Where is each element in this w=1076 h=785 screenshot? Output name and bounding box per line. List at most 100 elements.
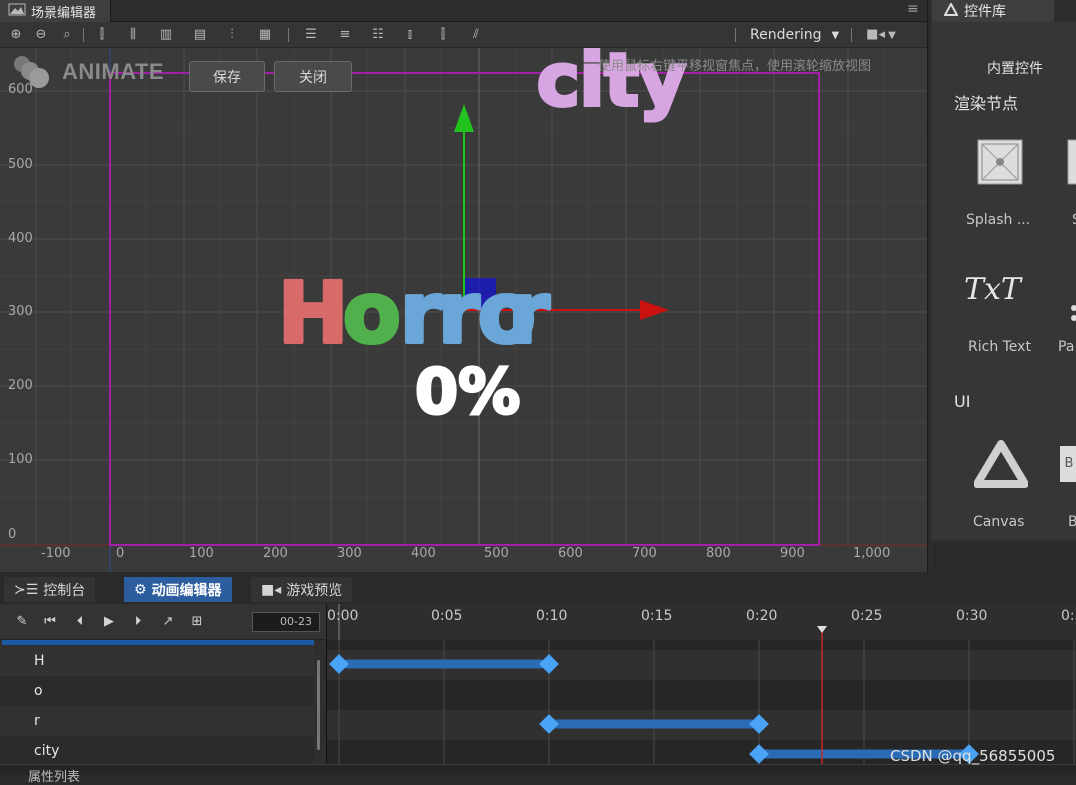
section-ui: UI bbox=[954, 392, 971, 411]
richtext-icon[interactable]: TxT bbox=[964, 270, 1036, 310]
align-top-icon[interactable]: ▤ bbox=[192, 27, 208, 43]
sprite-icon[interactable] bbox=[976, 138, 1024, 186]
keyframe-diamond[interactable] bbox=[749, 744, 769, 764]
camera-icon: ■◂ bbox=[261, 581, 282, 598]
scene-editor-panel: 场景编辑器 ≡ ⊕ ⊖ ⌕ ⫿ ⫼ ▥ ▤ ⫶ ▦ ☰ ≡ ☷ ⫾ ⫿ ⫽ Re… bbox=[0, 0, 928, 572]
camera-dropdown[interactable]: ■◂ ▼ bbox=[866, 27, 896, 43]
align-hcenter-icon[interactable]: ⫼ bbox=[125, 27, 141, 43]
timeline-canvas[interactable] bbox=[327, 604, 1076, 764]
x-tick-label: -100 bbox=[41, 546, 71, 561]
tab-console[interactable]: ≻☰ 控制台 bbox=[4, 577, 96, 602]
canvas-icon[interactable] bbox=[973, 440, 1029, 488]
distribute-top-icon[interactable]: ☰ bbox=[303, 27, 319, 43]
library-item-label: Pa bbox=[1058, 339, 1075, 355]
sprite-icon[interactable] bbox=[1066, 138, 1076, 186]
x-tick-label: 800 bbox=[706, 546, 731, 561]
zoom-in-icon[interactable]: ⊕ bbox=[8, 27, 24, 43]
scene-tab-bar: 场景编辑器 ≡ bbox=[0, 0, 927, 22]
align-left-icon[interactable]: ⫿ bbox=[94, 27, 110, 43]
library-item-label: Splash ... bbox=[966, 212, 1031, 228]
console-icon: ≻☰ bbox=[14, 581, 39, 598]
next-frame-icon[interactable]: ⏵ bbox=[130, 614, 146, 630]
x-tick-label: 0 bbox=[116, 546, 125, 561]
save-button[interactable]: 保存 bbox=[189, 61, 265, 92]
animation-toolbar: ✎ ⏮ ⏴ ▶ ⏵ ↗ ⊞ 00-23 bbox=[0, 604, 326, 640]
tab-animation-editor[interactable]: ⚙ 动画编辑器 bbox=[124, 577, 232, 602]
distribute-hcenter-icon[interactable]: ⫿ bbox=[435, 27, 451, 43]
edit-icon[interactable]: ✎ bbox=[14, 614, 30, 630]
toolbar-divider bbox=[851, 28, 852, 42]
render-mode-label: Rendering bbox=[750, 27, 822, 43]
y-tick-label: 100 bbox=[8, 452, 33, 467]
align-right-icon[interactable]: ▥ bbox=[158, 27, 174, 43]
letter-r2: r bbox=[438, 264, 480, 362]
timeline-label: 0:20 bbox=[746, 608, 778, 624]
x-tick-label: 500 bbox=[484, 546, 509, 561]
jump-start-icon[interactable]: ⏮ bbox=[42, 614, 58, 630]
animation-icon: ⚙ bbox=[134, 581, 147, 598]
y-tick-label: 300 bbox=[8, 304, 33, 319]
property-panel-label: 属性列表 bbox=[28, 770, 81, 785]
button-icon[interactable]: B bbox=[1060, 446, 1076, 482]
play-icon[interactable]: ▶ bbox=[101, 614, 117, 630]
align-bottom-icon[interactable]: ▦ bbox=[257, 27, 273, 43]
letter-o: o bbox=[343, 264, 401, 362]
render-mode-dropdown[interactable]: Rendering ▼ bbox=[750, 26, 839, 44]
distribute-bottom-icon[interactable]: ☷ bbox=[370, 27, 386, 43]
toolbar-divider bbox=[288, 28, 289, 42]
particle-icon[interactable] bbox=[1066, 304, 1076, 322]
panel-menu-icon[interactable]: ≡ bbox=[907, 2, 921, 16]
timeline-label: 0:05 bbox=[431, 608, 463, 624]
percent-text[interactable]: 0% bbox=[414, 354, 522, 430]
x-tick-label: 400 bbox=[411, 546, 436, 561]
timeline-label: 0:30 bbox=[956, 608, 988, 624]
distribute-right-icon[interactable]: ⫽ bbox=[468, 27, 484, 43]
gizmo-x-arrow-icon[interactable] bbox=[640, 300, 669, 320]
track-selection-bar bbox=[2, 640, 314, 645]
chevron-down-icon: ▼ bbox=[884, 30, 896, 41]
horror-text[interactable]: H o r r o r bbox=[276, 262, 552, 364]
scene-toolbar: ⊕ ⊖ ⌕ ⫿ ⫼ ▥ ▤ ⫶ ▦ ☰ ≡ ☷ ⫾ ⫿ ⫽ Rendering … bbox=[0, 22, 927, 48]
control-library-panel: 控件库 内置控件 渲染节点 Splash ... S TxT Rich Text… bbox=[930, 0, 1076, 572]
add-icon[interactable]: ⊞ bbox=[189, 614, 205, 630]
tab-game-preview[interactable]: ■◂ 游戏预览 bbox=[251, 577, 353, 602]
current-frame-field[interactable]: 00-23 bbox=[252, 612, 320, 632]
scene-icon bbox=[8, 2, 26, 20]
zoom-fit-icon[interactable]: ⌕ bbox=[59, 27, 75, 43]
x-tick-label: 600 bbox=[558, 546, 583, 561]
scene-viewport[interactable]: H o r r o r 0% city 600 500 400 300 200 … bbox=[0, 48, 927, 572]
track-scrollbar[interactable] bbox=[317, 660, 320, 750]
tab-scene-editor[interactable]: 场景编辑器 bbox=[0, 0, 112, 22]
prev-frame-icon[interactable]: ⏴ bbox=[72, 614, 88, 630]
timeline-label: 0:25 bbox=[851, 608, 883, 624]
x-tick-label: 300 bbox=[337, 546, 362, 561]
track-row[interactable]: city bbox=[0, 736, 314, 766]
tab-control-library[interactable]: 控件库 bbox=[932, 0, 1054, 22]
letter-r1: r bbox=[400, 264, 442, 362]
letter-H: H bbox=[278, 264, 348, 362]
gizmo-y-arrow-icon[interactable] bbox=[454, 104, 474, 132]
tab-label: 动画编辑器 bbox=[151, 582, 222, 599]
builtin-controls-label: 内置控件 bbox=[987, 61, 1043, 77]
y-tick-label: 0 bbox=[8, 527, 17, 542]
scene-canvas[interactable]: H o r r o r 0% city bbox=[0, 48, 927, 572]
track-row[interactable]: H bbox=[0, 646, 314, 676]
align-vcenter-icon[interactable]: ⫶ bbox=[224, 27, 240, 43]
timeline[interactable]: 0:00 0:05 0:10 0:15 0:20 0:25 0:30 0:3 bbox=[326, 604, 1076, 764]
letter-r3: r bbox=[508, 264, 550, 362]
triangle-icon bbox=[943, 1, 959, 20]
library-tab-label: 控件库 bbox=[964, 4, 1006, 20]
distribute-vcenter-icon[interactable]: ≡ bbox=[337, 27, 353, 43]
export-icon[interactable]: ↗ bbox=[160, 614, 176, 630]
navigation-hint: 使用鼠标右键平移视窗焦点，使用滚轮缩放视图 bbox=[598, 59, 872, 74]
y-tick-label: 200 bbox=[8, 378, 33, 393]
toolbar-divider bbox=[83, 28, 84, 42]
x-tick-label: 200 bbox=[263, 546, 288, 561]
distribute-left-icon[interactable]: ⫾ bbox=[402, 27, 418, 43]
property-panel-header bbox=[0, 764, 1076, 775]
track-row[interactable]: o bbox=[0, 676, 314, 706]
close-button[interactable]: 关闭 bbox=[274, 61, 352, 92]
library-item-label: Rich Text bbox=[968, 339, 1031, 355]
zoom-out-icon[interactable]: ⊖ bbox=[33, 27, 49, 43]
track-row[interactable]: r bbox=[0, 706, 314, 736]
